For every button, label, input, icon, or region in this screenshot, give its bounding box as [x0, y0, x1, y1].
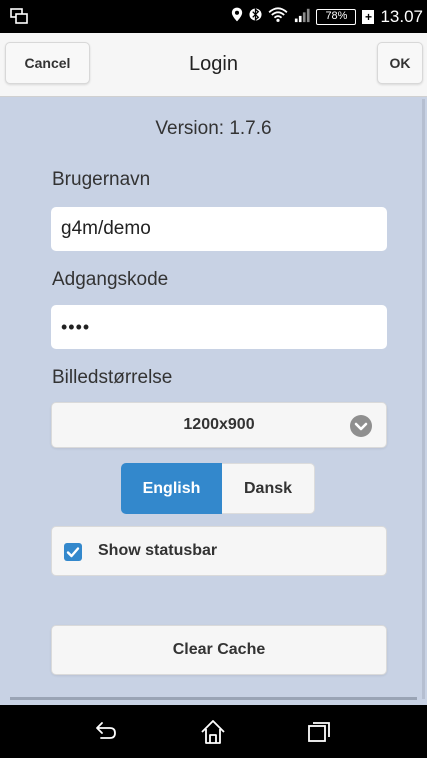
show-statusbar-checkbox-row[interactable]: Show statusbar: [51, 526, 387, 576]
divider: [10, 697, 417, 700]
bluetooth-icon: [249, 6, 262, 28]
page-title: Login: [189, 53, 238, 75]
show-statusbar-label: Show statusbar: [98, 542, 218, 559]
wifi-icon: [268, 6, 288, 28]
image-size-select[interactable]: 1200x900: [51, 402, 387, 448]
signal-icon: [294, 7, 311, 28]
navigation-bar: [0, 705, 427, 758]
location-icon: [231, 6, 243, 28]
battery-percent: 78%: [325, 10, 348, 22]
chevron-down-icon: [350, 415, 372, 437]
image-size-label: Billedstørrelse: [52, 367, 173, 388]
username-field[interactable]: g4m/demo: [51, 207, 387, 251]
username-label: Brugernavn: [52, 169, 151, 190]
version-label: Version: 1.7.6: [155, 118, 272, 139]
clear-cache-button[interactable]: Clear Cache: [51, 625, 387, 675]
scrollbar[interactable]: [422, 99, 425, 699]
recent-apps-icon[interactable]: [305, 718, 333, 746]
clock: 13.07: [380, 7, 423, 26]
status-bar: 78% + 13.07: [0, 0, 427, 33]
charging-icon: +: [362, 10, 375, 24]
image-size-value: 1200x900: [183, 416, 255, 433]
battery-icon: 78%: [316, 9, 357, 25]
language-english-button[interactable]: English: [121, 463, 222, 514]
checkbox-checked-icon[interactable]: [64, 543, 82, 561]
password-label: Adgangskode: [52, 269, 169, 290]
back-icon[interactable]: [92, 718, 120, 746]
login-form: Version: 1.7.6 Brugernavn g4m/demo Adgan…: [0, 97, 427, 705]
password-field[interactable]: ••••: [51, 305, 387, 349]
header-bar: Cancel Login OK: [0, 33, 427, 97]
ok-button[interactable]: OK: [377, 42, 423, 84]
language-dansk-button[interactable]: Dansk: [222, 463, 315, 514]
home-icon[interactable]: [199, 718, 227, 746]
screen-mirror-icon: [10, 7, 28, 25]
